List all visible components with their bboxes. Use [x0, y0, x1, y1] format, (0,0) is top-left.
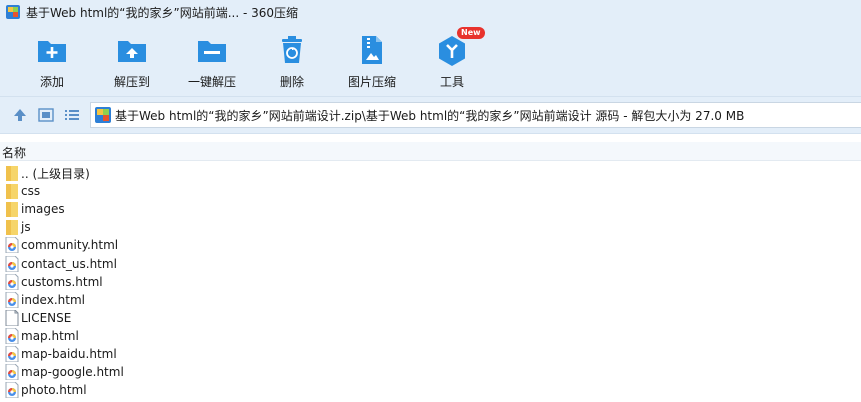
list-item-file[interactable]: index.html — [0, 291, 861, 309]
extract-to-icon — [118, 41, 146, 62]
file-name: customs.html — [21, 274, 103, 289]
html-file-icon — [5, 237, 19, 254]
html-file-icon — [5, 382, 19, 399]
list-item-file[interactable]: customs.html — [0, 273, 861, 291]
image-compress-icon — [362, 36, 382, 64]
file-name: index.html — [21, 292, 85, 307]
file-name: map.html — [21, 328, 79, 343]
file-name: map-google.html — [21, 365, 124, 380]
thumbnail-view-icon[interactable] — [38, 107, 54, 123]
add-label: 添加 — [39, 75, 64, 89]
extract-to-button[interactable]: 解压到 — [92, 34, 172, 90]
list-view-icon[interactable] — [64, 107, 80, 123]
file-name: photo.html — [21, 383, 87, 398]
html-file-icon — [5, 327, 19, 344]
list-item-file[interactable]: map-baidu.html — [0, 345, 861, 363]
up-arrow-icon[interactable] — [12, 107, 28, 123]
window-title: 基于Web html的“我的家乡”网站前端... - 360压缩 — [26, 5, 299, 20]
path-field[interactable]: 基于Web html的“我的家乡”网站前端设计.zip\基于Web html的“… — [90, 102, 861, 128]
file-name: contact_us.html — [21, 256, 117, 271]
image-compress-label: 图片压缩 — [347, 75, 396, 89]
list-item-file[interactable]: map-google.html — [0, 363, 861, 381]
add-icon — [38, 41, 66, 62]
one-click-extract-label: 一键解压 — [187, 75, 236, 89]
new-badge: New — [457, 27, 485, 39]
list-item-file[interactable]: LICENSE — [0, 309, 861, 327]
column-header-row: 名称 — [0, 142, 861, 161]
tools-button[interactable]: New 工具 — [412, 27, 492, 90]
file-name: images — [21, 202, 65, 217]
delete-label: 删除 — [279, 75, 304, 89]
list-item-file[interactable]: contact_us.html — [0, 254, 861, 272]
list-item-file[interactable]: map.html — [0, 327, 861, 345]
file-name: LICENSE — [21, 310, 72, 325]
folder-icon — [6, 166, 18, 182]
title-bar: 基于Web html的“我的家乡”网站前端... - 360压缩 — [0, 0, 861, 24]
list-item-folder[interactable]: images — [0, 200, 861, 218]
html-file-icon — [5, 291, 19, 308]
delete-button[interactable]: 删除 — [252, 34, 332, 90]
image-compress-button[interactable]: 图片压缩 — [332, 34, 412, 90]
toolbar: 添加 解压到 一键解压 删除 图片压缩 New 工具 — [0, 24, 861, 97]
html-file-icon — [5, 273, 19, 290]
add-button[interactable]: 添加 — [12, 34, 92, 90]
blank-file-icon — [5, 309, 19, 326]
archive-app-icon — [6, 5, 20, 19]
file-name: css — [21, 184, 41, 199]
file-name: community.html — [21, 238, 119, 253]
list-item-parent-folder[interactable]: .. (上级目录) — [0, 164, 861, 182]
folder-icon — [6, 220, 18, 236]
file-name: map-baidu.html — [21, 346, 117, 361]
list-item-file[interactable]: community.html — [0, 236, 861, 254]
folder-icon — [6, 184, 18, 200]
path-text: 基于Web html的“我的家乡”网站前端设计.zip\基于Web html的“… — [115, 108, 745, 123]
list-item-folder[interactable]: js — [0, 218, 861, 236]
one-click-extract-button[interactable]: 一键解压 — [172, 34, 252, 90]
html-file-icon — [5, 345, 19, 362]
file-name: .. (上级目录) — [21, 166, 90, 181]
zip-file-icon — [95, 107, 111, 123]
file-list: .. (上级目录) css images js community.html c… — [0, 164, 861, 399]
list-item-file[interactable]: photo.html — [0, 381, 861, 399]
html-file-icon — [5, 364, 19, 381]
one-click-extract-icon — [198, 41, 226, 62]
delete-icon — [282, 36, 302, 63]
tools-label: 工具 — [439, 75, 464, 89]
list-item-folder[interactable]: css — [0, 182, 861, 200]
column-header-name[interactable]: 名称 — [2, 144, 26, 161]
extract-to-label: 解压到 — [113, 75, 150, 89]
html-file-icon — [5, 255, 19, 272]
file-name: js — [21, 220, 31, 235]
folder-icon — [6, 202, 18, 218]
navigation-bar: 基于Web html的“我的家乡”网站前端设计.zip\基于Web html的“… — [0, 97, 861, 134]
